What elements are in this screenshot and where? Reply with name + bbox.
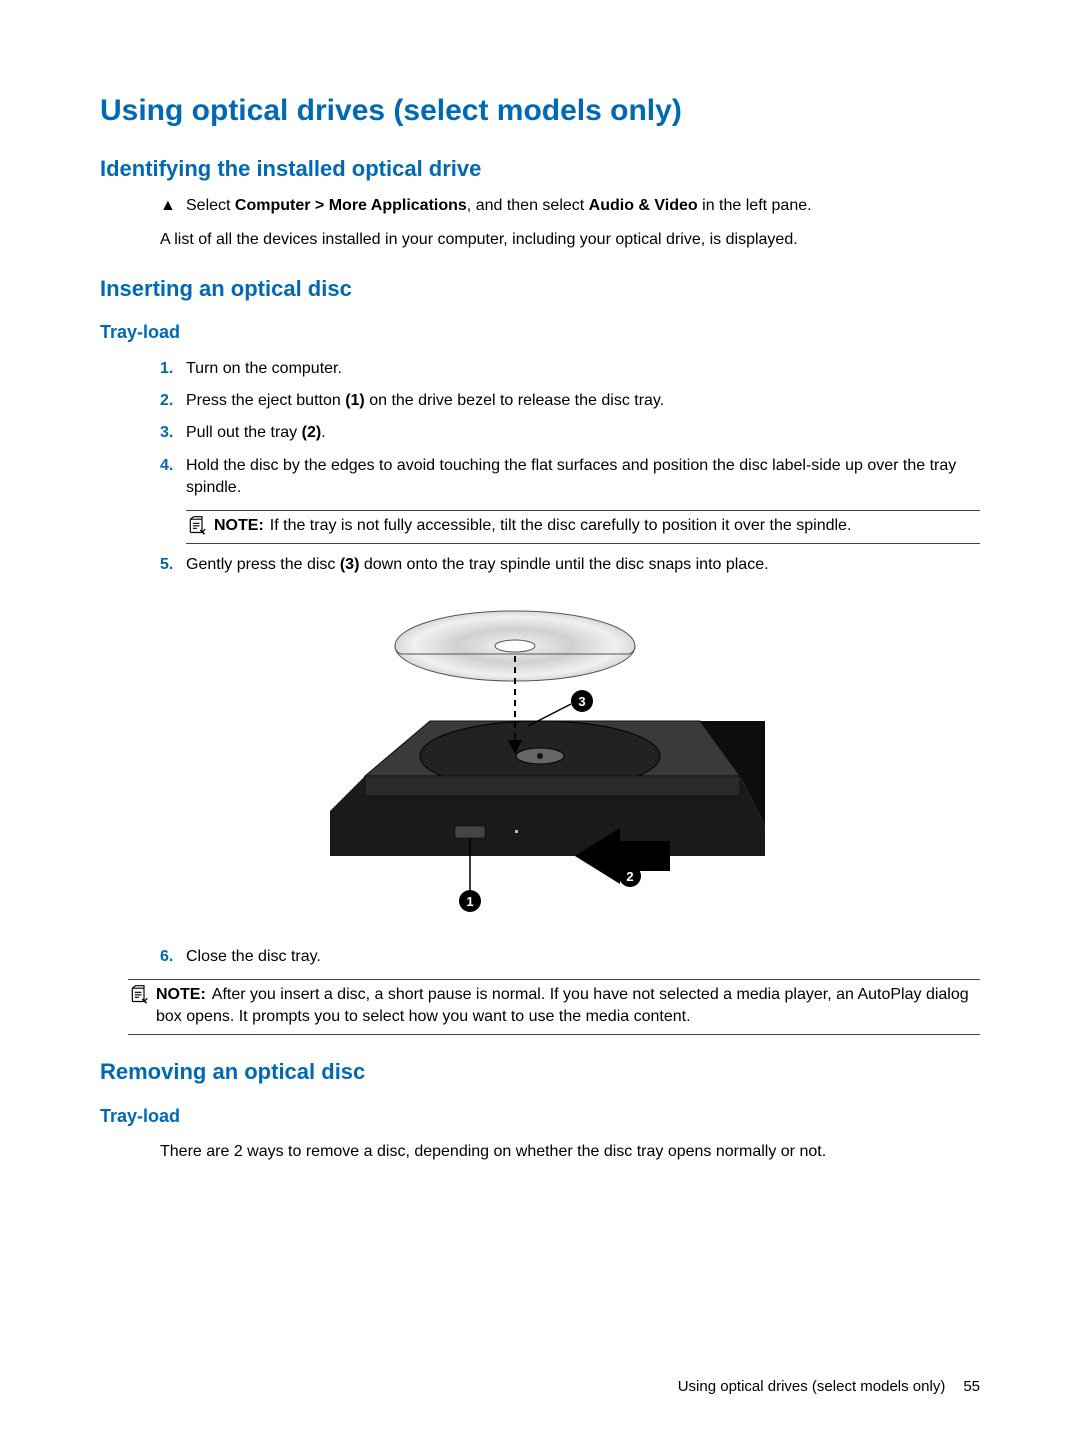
text: Press the eject button [186,392,345,409]
text: Gently press the disc [186,556,340,573]
note-label: NOTE: [156,986,206,1003]
heading-insert: Inserting an optical disc [100,274,980,305]
identify-step-text: Select Computer > More Applications, and… [186,195,980,217]
note-box: NOTE:After you insert a disc, a short pa… [128,979,980,1036]
note-label: NOTE: [214,517,264,534]
note-text: If the tray is not fully accessible, til… [270,517,852,534]
note-box: NOTE: If the tray is not fully accessible… [186,510,980,544]
step-text: Gently press the disc (3) down onto the … [186,554,980,576]
callout-2: 2 [619,865,641,887]
step-text: Hold the disc by the edges to avoid touc… [186,455,980,500]
text: Turn on the computer. [186,360,342,377]
identify-result: A list of all the devices installed in y… [160,229,980,251]
optical-drive-figure: 1 2 3 [100,596,980,916]
heading-remove: Removing an optical disc [100,1057,980,1088]
text: , and then select [467,197,589,214]
note-icon [128,984,150,1004]
step-text: Turn on the computer. [186,358,980,380]
footer-title: Using optical drives (select models only… [678,1376,946,1397]
text: Hold the disc by the edges to avoid touc… [186,457,956,496]
text: on the drive bezel to release the disc t… [365,392,664,409]
step-text: Close the disc tray. [186,946,980,968]
insert-step-6: 6. Close the disc tray. [160,946,980,968]
step-number: 5. [160,554,186,576]
step-number: 6. [160,946,186,968]
note-icon [186,515,208,535]
text-bold: (3) [340,556,360,573]
text: . [321,424,325,441]
text: down onto the tray spindle until the dis… [359,556,768,573]
text-bold: (2) [302,424,322,441]
text-bold: (1) [345,392,365,409]
text: Close the disc tray. [186,948,321,965]
note-text: After you insert a disc, a short pause i… [156,986,969,1025]
step-text: Pull out the tray (2). [186,422,980,444]
heading-remove-sub: Tray-load [100,1104,980,1129]
callout-1: 1 [459,890,481,912]
identify-step: ▲ Select Computer > More Applications, a… [160,195,980,217]
text-bold: Audio & Video [589,197,698,214]
page-footer: Using optical drives (select models only… [678,1376,980,1397]
step-number: 4. [160,455,186,477]
callout-3: 3 [571,690,593,712]
text: Select [186,197,235,214]
step-text: Press the eject button (1) on the drive … [186,390,980,412]
note-content: NOTE:After you insert a disc, a short pa… [156,984,980,1029]
step-number: 1. [160,358,186,380]
heading-insert-sub: Tray-load [100,320,980,345]
step-number: 3. [160,422,186,444]
remove-intro: There are 2 ways to remove a disc, depen… [160,1141,980,1163]
insert-step-3: 3. Pull out the tray (2). [160,422,980,444]
note-content: NOTE: If the tray is not fully accessible… [214,515,851,537]
text: Pull out the tray [186,424,302,441]
heading-identify: Identifying the installed optical drive [100,154,980,185]
text-bold: Computer > More Applications [235,197,467,214]
insert-step-4: 4. Hold the disc by the edges to avoid t… [160,455,980,500]
document-page: Using optical drives (select models only… [0,0,1080,1437]
svg-text:3: 3 [578,694,585,709]
svg-text:1: 1 [466,894,473,909]
insert-step-5: 5. Gently press the disc (3) down onto t… [160,554,980,576]
step-number: 2. [160,390,186,412]
heading-main: Using optical drives (select models only… [100,90,980,132]
footer-page-number: 55 [963,1376,980,1397]
insert-step-1: 1. Turn on the computer. [160,358,980,380]
svg-text:2: 2 [626,869,633,884]
triangle-bullet-icon: ▲ [160,195,186,217]
text: in the left pane. [698,197,812,214]
insert-step-2: 2. Press the eject button (1) on the dri… [160,390,980,412]
